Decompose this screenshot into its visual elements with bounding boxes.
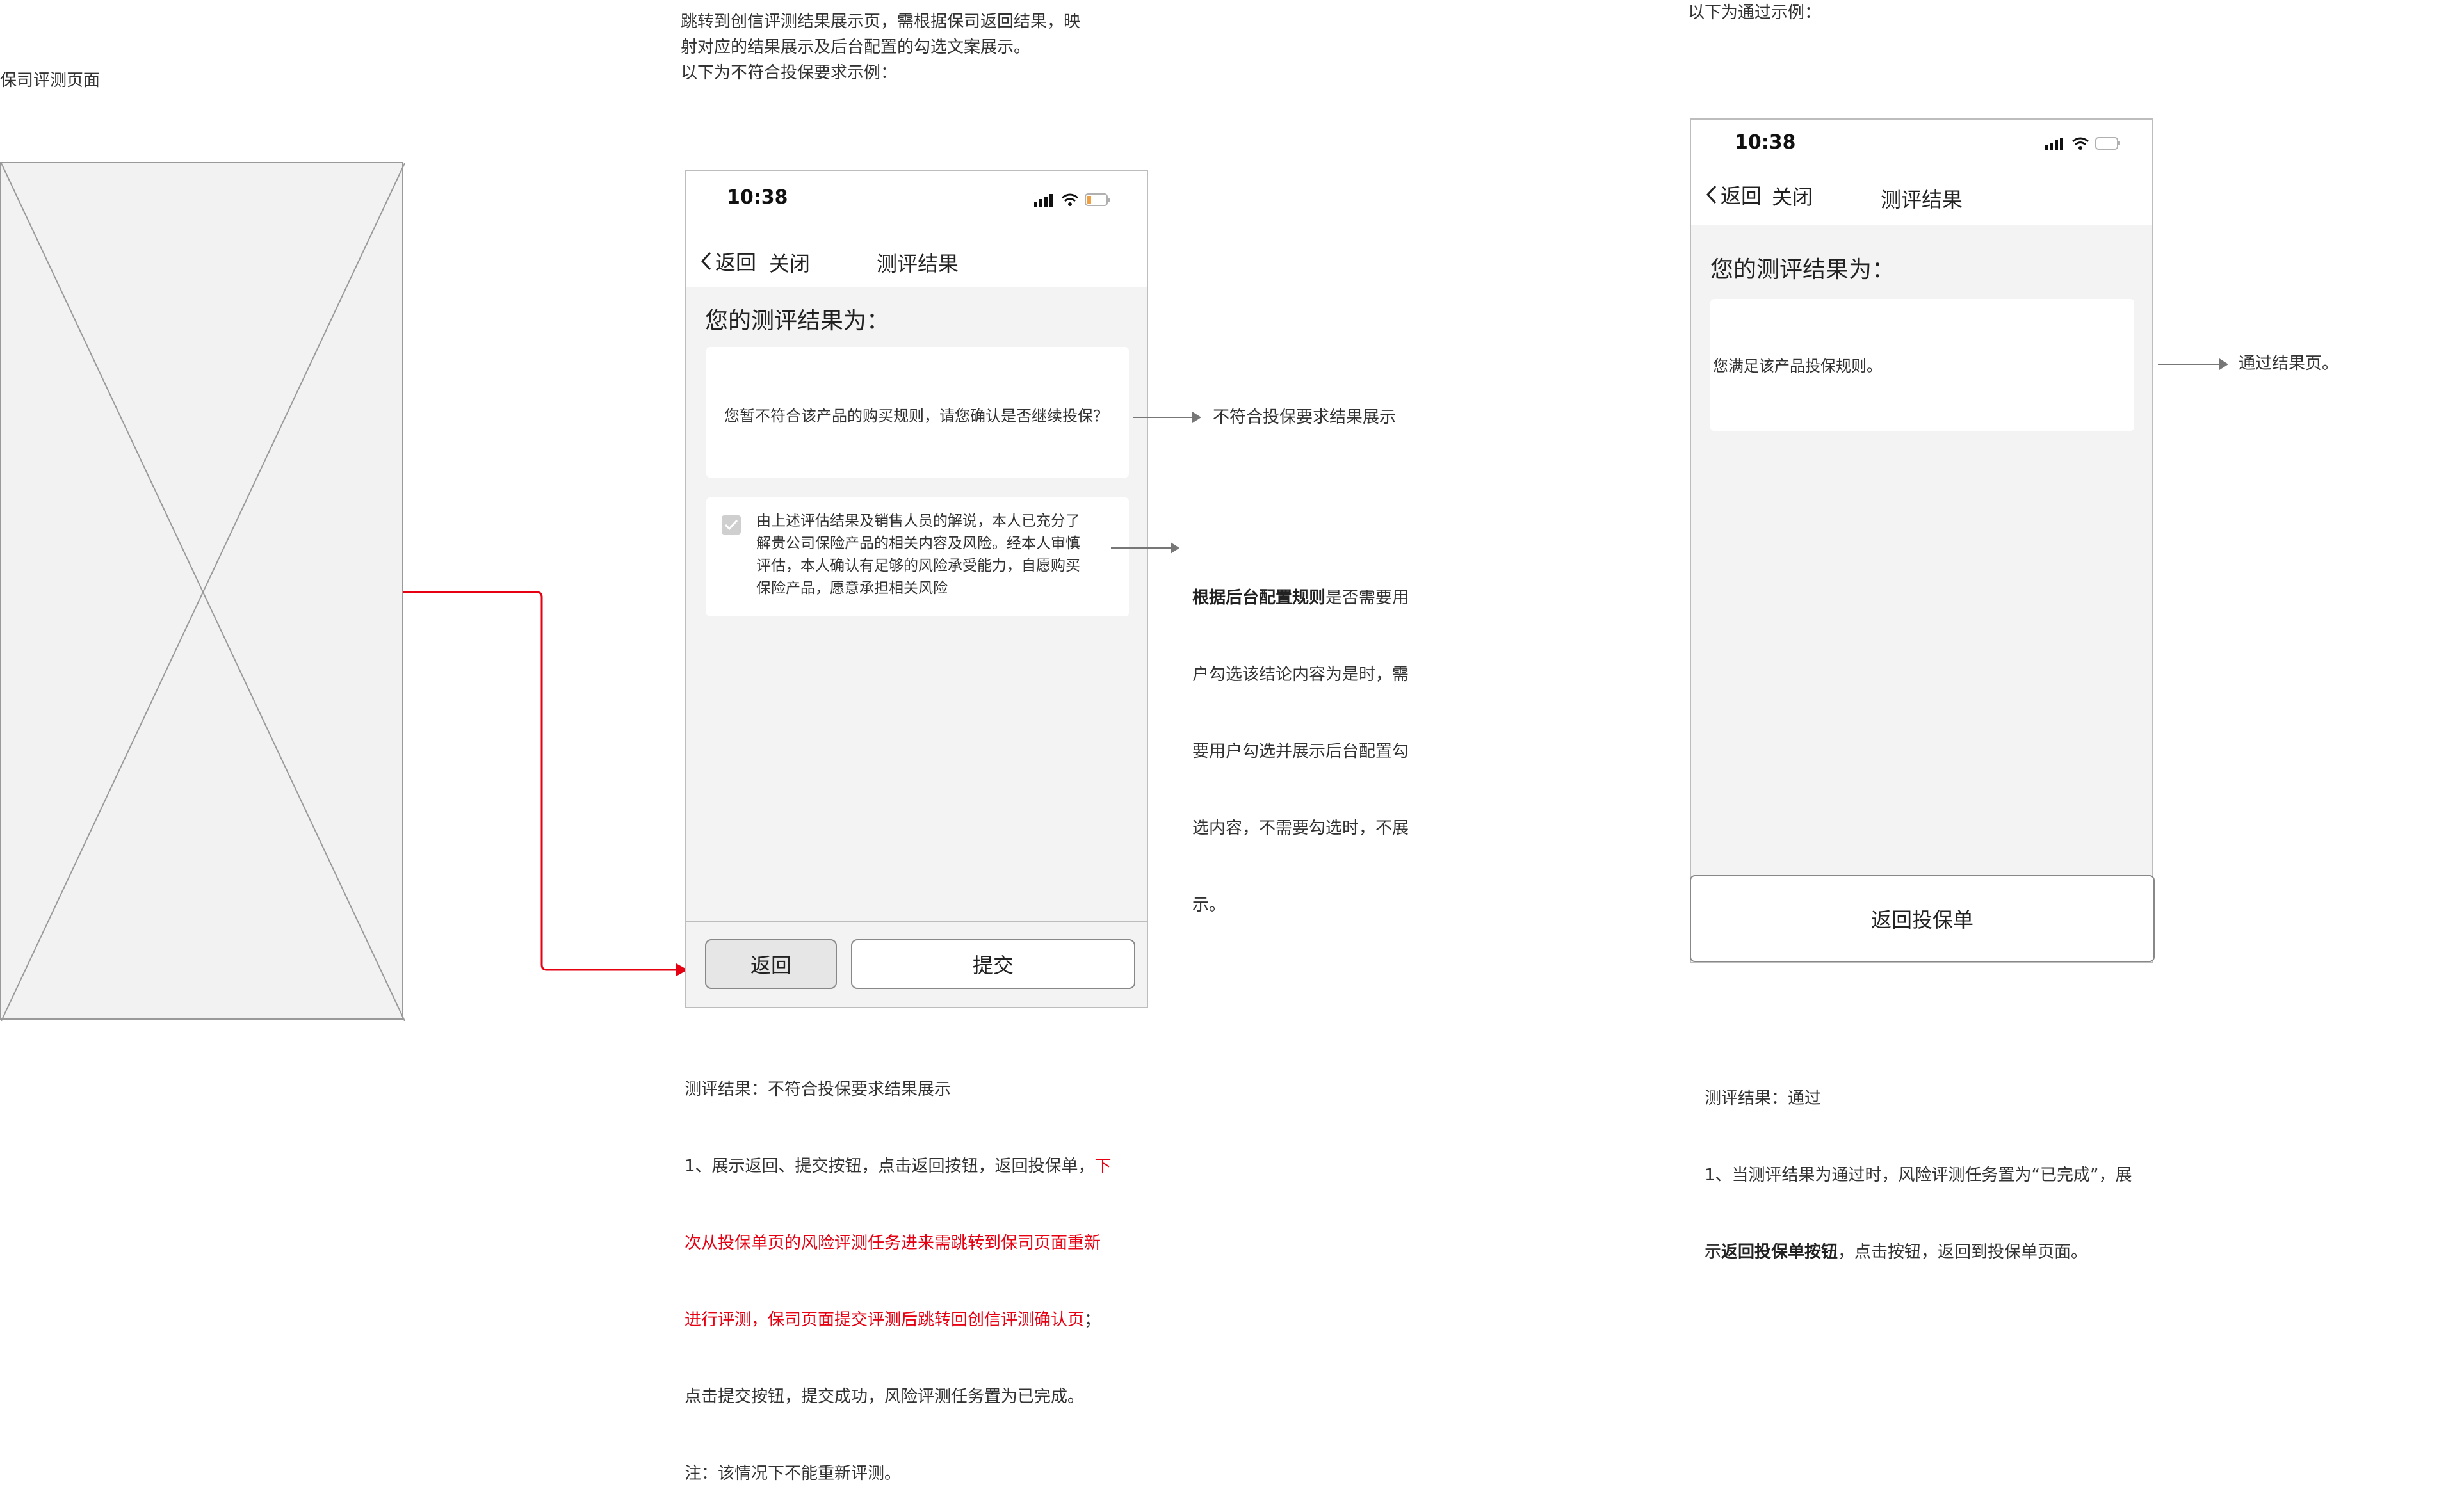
page-title: 测评结果 [1881, 188, 1963, 212]
status-bar: 10:38 [1691, 120, 2152, 166]
confirm-line: 保险产品，愿意承担相关风险 [756, 580, 948, 597]
pass-result-phone: 10:38 返回 关闭 测评结果 您的测评结果为： 您满足该产品投保规则。 返回… [1690, 118, 2155, 963]
annotation-config-line: 选内容，不需要勾选时，不展 [1192, 819, 1409, 838]
confirm-checkbox[interactable] [722, 515, 741, 535]
flow-arrow [403, 591, 688, 976]
annotation-config-line: 是否需要用 [1325, 588, 1409, 607]
fail-desc-title: 测评结果：不符合投保要求结果展示 [685, 1080, 952, 1099]
chevron-left-icon [701, 252, 711, 271]
result-heading: 您的测评结果为： [705, 308, 890, 334]
annotation-arrow-line [1111, 547, 1174, 549]
annotation-config-rule: 根据后台配置规则是否需要用 户勾选该结论内容为是时，需 要用户勾选并展示后台配置… [1192, 534, 1436, 944]
result-heading: 您的测评结果为： [1710, 257, 1895, 283]
annotation-arrow-line [2158, 364, 2222, 365]
pass-desc-prefix: 示 [1705, 1243, 1722, 1262]
fail-desc-red: 下 [1094, 1157, 1112, 1176]
nav-bar: 返回 关闭 测评结果 [1691, 166, 2152, 225]
back-label: 返回 [715, 250, 757, 275]
back-label: 返回 [1721, 184, 1762, 208]
confirm-line: 由上述评估结果及销售人员的解说，本人已充分了 [756, 513, 1080, 529]
bottom-action-bar: 返回 提交 [686, 921, 1147, 1007]
status-time: 10:38 [727, 186, 788, 209]
status-bar: 10:38 [686, 171, 1147, 229]
result-card: 您暂不符合该产品的购买规则，请您确认是否继续投保？ [706, 347, 1129, 478]
close-button[interactable]: 关闭 [1772, 181, 1813, 211]
fail-desc-line: 注：该情况下不能重新评测。 [685, 1464, 902, 1483]
check-icon [724, 519, 738, 531]
fail-desc-line: 点击提交按钮，提交成功，风险评测任务置为已完成。 [685, 1387, 1085, 1406]
annotation-config-line: 户勾选该结论内容为是时，需 [1192, 665, 1409, 684]
right-intro: 以下为通过示例： [1688, 3, 1822, 22]
result-text: 您暂不符合该产品的购买规则，请您确认是否继续投保？ [724, 407, 1108, 425]
annotation-config-line: 要用户勾选并展示后台配置勾 [1192, 742, 1409, 761]
confirm-line: 解贵公司保险产品的相关内容及风险。经本人审慎 [756, 535, 1080, 552]
placeholder-cross-icon [1, 163, 405, 1021]
pass-desc-title: 测评结果：通过 [1705, 1089, 1822, 1108]
annotation-arrow-line [1133, 417, 1196, 418]
fail-desc-line: 1、展示返回、提交按钮，点击返回按钮，返回投保单， [685, 1157, 1095, 1176]
confirm-line: 评估，本人确认有足够的风险承受能力，自愿购买 [756, 558, 1080, 574]
fail-description: 测评结果：不符合投保要求结果展示 1、展示返回、提交按钮，点击返回按钮，返回投保… [685, 1025, 1171, 1512]
result-text: 您满足该产品投保规则。 [1713, 357, 1882, 375]
middle-intro-line: 跳转到创信评测结果展示页，需根据保司返回结果，映 [681, 12, 1081, 31]
confirm-text: 由上述评估结果及销售人员的解说，本人已充分了 解贵公司保险产品的相关内容及风险。… [756, 510, 1080, 600]
annotation-arrow-head [1192, 412, 1201, 423]
left-page-title: 保司评测页面 [0, 71, 101, 90]
chevron-left-icon [1706, 185, 1717, 204]
insurer-page-placeholder [0, 162, 405, 1021]
annotation-arrow-head [1171, 542, 1179, 554]
back-button[interactable]: 返回 [1705, 180, 1762, 209]
submit-button[interactable]: 提交 [851, 939, 1135, 989]
annotation-pass-result: 通过结果页。 [2239, 354, 2339, 373]
status-time: 10:38 [1735, 131, 1796, 154]
middle-intro-line: 射对应的结果展示及后台配置的勾选文案展示。 [681, 38, 1031, 57]
nav-bar: 返回 关闭 测评结果 [686, 229, 1147, 287]
page-title: 测评结果 [877, 252, 959, 276]
status-icons [2045, 137, 2120, 150]
close-button[interactable]: 关闭 [769, 248, 810, 277]
fail-result-phone: 10:38 返回 关闭 测评结果 您的测评结果为： 您暂不符合该产品的购买规则，… [685, 170, 1148, 1008]
annotation-arrow-head [2219, 358, 2228, 370]
middle-intro-line: 以下为不符合投保要求示例： [681, 63, 898, 83]
middle-intro: 跳转到创信评测结果展示页，需根据保司返回结果，映 射对应的结果展示及后台配置的勾… [681, 9, 1080, 86]
return-to-policy-button[interactable]: 返回投保单 [1690, 875, 2155, 962]
annotation-fail-result: 不符合投保要求结果展示 [1213, 408, 1397, 427]
pass-desc-bold: 返回投保单按钮 [1721, 1243, 1838, 1262]
pass-desc-suffix: ，点击按钮，返回到投保单页面。 [1838, 1243, 2088, 1262]
pass-desc-line: 1、当测评结果为通过时，风险评测任务置为“已完成”，展 [1705, 1166, 2132, 1185]
fail-desc-red: 进行评测，保司页面提交评测后跳转回创信评测确认页 [685, 1310, 1085, 1330]
return-button[interactable]: 返回 [705, 939, 837, 989]
fail-desc-red: 次从投保单页的风险评测任务进来需跳转到保司页面重新 [685, 1234, 1101, 1253]
confirm-card: 由上述评估结果及销售人员的解说，本人已充分了 解贵公司保险产品的相关内容及风险。… [706, 497, 1129, 616]
fail-desc-suffix: ； [1084, 1310, 1101, 1330]
annotation-config-line: 示。 [1192, 896, 1226, 915]
annotation-config-bold: 根据后台配置规则 [1192, 588, 1326, 607]
status-icons [1034, 193, 1110, 207]
pass-description: 测评结果：通过 1、当测评结果为通过时，风险评测任务置为“已完成”，展 示返回投… [1705, 1034, 2191, 1291]
result-card: 您满足该产品投保规则。 [1710, 299, 2134, 431]
back-button[interactable]: 返回 [700, 246, 756, 276]
